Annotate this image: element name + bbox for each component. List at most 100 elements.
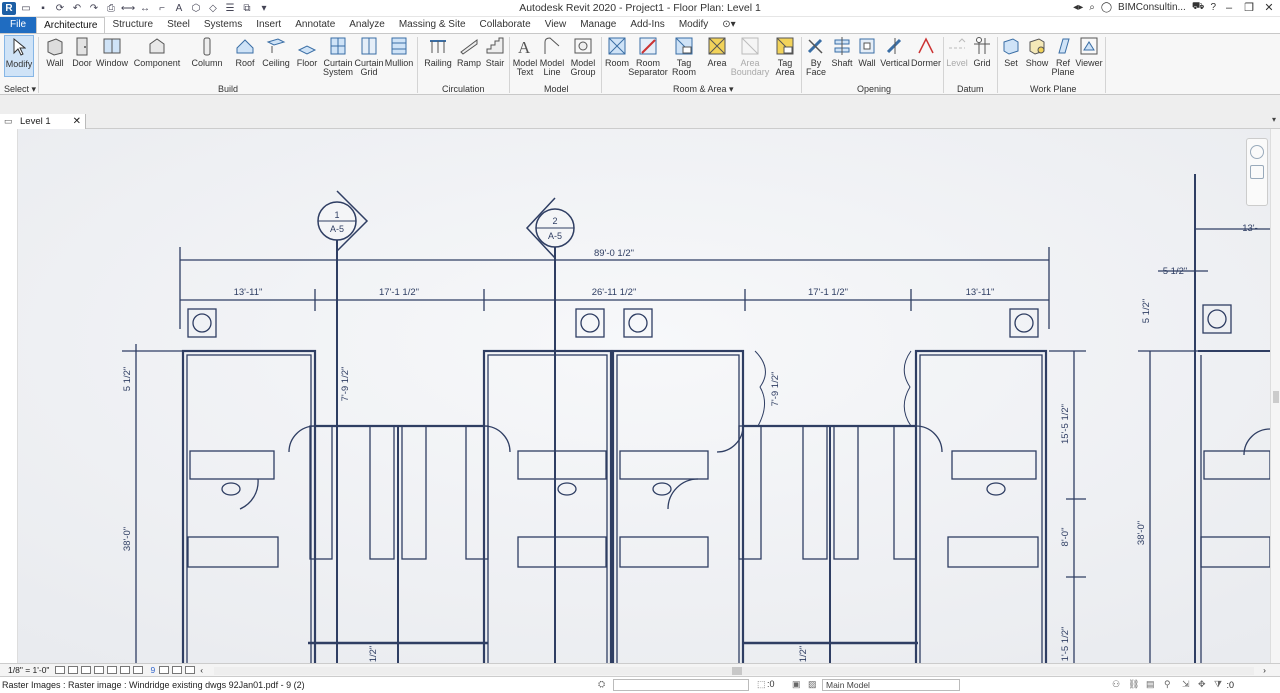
- close-hidden-icon[interactable]: ⧉: [240, 2, 254, 15]
- highlight-displacement-icon[interactable]: [185, 666, 196, 674]
- selection-filter-icon[interactable]: ⬚: [757, 679, 766, 690]
- vertical-scrollbar[interactable]: [1270, 129, 1280, 663]
- select-panel-label[interactable]: Select ▾: [4, 84, 36, 95]
- drawing-canvas[interactable]: 1 A-5 2 A-5 89'-0 1/2" 13'-11" 17'-1 1/2…: [18, 129, 1270, 663]
- dormer-button[interactable]: Dormer: [911, 35, 941, 68]
- undo-icon[interactable]: ↶: [70, 2, 84, 15]
- area-button[interactable]: Area: [704, 35, 730, 68]
- area-boundary-button[interactable]: Area Boundary: [731, 35, 769, 77]
- shaft-button[interactable]: Shaft: [829, 35, 855, 68]
- thin-lines-icon[interactable]: ☰: [223, 2, 237, 15]
- tab-view[interactable]: View: [538, 17, 574, 33]
- mullion-button[interactable]: Mullion: [384, 35, 414, 68]
- railing-button[interactable]: Railing: [423, 35, 453, 68]
- view-scale[interactable]: 1/8" = 1'-0": [8, 665, 49, 675]
- worksets-icon[interactable]: ⛭: [598, 679, 605, 690]
- sun-path-icon[interactable]: [81, 666, 92, 674]
- tag-room-button[interactable]: Tag Room: [670, 35, 698, 77]
- model-line-button[interactable]: Model Line: [539, 35, 565, 77]
- help-icon[interactable]: ?: [1210, 2, 1216, 13]
- text-icon[interactable]: A: [172, 2, 186, 15]
- revit-logo-icon[interactable]: R: [2, 2, 16, 15]
- tag-icon[interactable]: ⌐: [155, 2, 169, 15]
- design-options-icon[interactable]: ▣: [792, 679, 801, 690]
- 3d-view-icon[interactable]: ⬡: [189, 2, 203, 15]
- crop-view-icon[interactable]: [107, 666, 118, 674]
- model-text-button[interactable]: A Model Text: [512, 35, 538, 77]
- filter-icon[interactable]: ⧩: [1214, 679, 1222, 690]
- design-option-select[interactable]: Main Model: [822, 679, 960, 691]
- minimize-icon[interactable]: –: [1222, 2, 1236, 14]
- tab-modify[interactable]: Modify: [672, 17, 715, 33]
- restore-icon[interactable]: ❐: [1242, 1, 1256, 14]
- tab-annotate[interactable]: Annotate: [288, 17, 342, 33]
- curtain-grid-button[interactable]: Curtain Grid: [354, 35, 384, 77]
- ramp-button[interactable]: Ramp: [456, 35, 482, 68]
- binoculars-icon[interactable]: ⌕: [1089, 2, 1095, 13]
- room-button[interactable]: Room: [604, 35, 630, 68]
- horizontal-scroll-thumb[interactable]: [732, 667, 742, 675]
- show-button[interactable]: Show: [1024, 35, 1050, 68]
- scroll-left-icon[interactable]: ‹: [200, 665, 203, 675]
- view-tab-level-1[interactable]: ▭ Level 1 ✕: [0, 114, 86, 129]
- vertical-scroll-thumb[interactable]: [1273, 391, 1279, 403]
- tab-insert[interactable]: Insert: [249, 17, 288, 33]
- ceiling-button[interactable]: Ceiling: [260, 35, 292, 68]
- tab-structure[interactable]: Structure: [105, 17, 160, 33]
- wall-button[interactable]: Wall: [42, 35, 68, 68]
- tab-architecture[interactable]: Architecture: [36, 17, 106, 33]
- search-arrows-icon[interactable]: ◂▸: [1073, 2, 1083, 13]
- tab-add-ins[interactable]: Add-Ins: [623, 17, 671, 33]
- visual-style-icon[interactable]: [68, 666, 79, 674]
- select-links-icon[interactable]: ⛓: [1128, 679, 1139, 690]
- roof-button[interactable]: Roof: [232, 35, 258, 68]
- tab-analyze[interactable]: Analyze: [342, 17, 392, 33]
- tab-collaborate[interactable]: Collaborate: [473, 17, 538, 33]
- close-view-icon[interactable]: ✕: [73, 116, 81, 127]
- show-crop-icon[interactable]: [120, 666, 131, 674]
- tab-file[interactable]: File: [0, 17, 37, 33]
- by-face-button[interactable]: By Face: [804, 35, 828, 77]
- room-area-panel-label[interactable]: Room & Area ▾: [673, 84, 734, 95]
- tab-steel[interactable]: Steel: [160, 17, 197, 33]
- shadows-icon[interactable]: [94, 666, 105, 674]
- tab-systems[interactable]: Systems: [197, 17, 249, 33]
- modify-button[interactable]: Modify: [4, 35, 34, 77]
- active-workset-select[interactable]: [613, 679, 749, 691]
- zoom-icon[interactable]: [1250, 165, 1264, 179]
- reveal-hidden-icon[interactable]: [159, 666, 170, 674]
- scroll-right-icon[interactable]: ›: [1263, 665, 1266, 675]
- floor-button[interactable]: Floor: [294, 35, 320, 68]
- viewer-button[interactable]: Viewer: [1075, 35, 1103, 68]
- cart-icon[interactable]: ⛟: [1192, 1, 1205, 14]
- ribbon-toggle-icon[interactable]: ⊙▾: [715, 17, 742, 33]
- select-by-face-icon[interactable]: ⇲: [1182, 679, 1190, 690]
- tab-manage[interactable]: Manage: [573, 17, 623, 33]
- detail-level-icon[interactable]: [55, 666, 66, 674]
- steering-wheel-icon[interactable]: [1250, 145, 1264, 159]
- set-button[interactable]: Set: [1000, 35, 1022, 68]
- user-icon[interactable]: ◯: [1101, 2, 1112, 13]
- horizontal-scrollbar[interactable]: [214, 667, 1254, 675]
- measure-icon[interactable]: ⟷: [121, 2, 135, 15]
- model-group-button[interactable]: Model Group: [568, 35, 598, 77]
- level-button[interactable]: Level: [946, 35, 968, 68]
- redo-icon[interactable]: ↷: [87, 2, 101, 15]
- close-icon[interactable]: ✕: [1262, 1, 1276, 14]
- door-button[interactable]: Door: [70, 35, 94, 68]
- dimension-icon[interactable]: ↔: [138, 2, 152, 15]
- tab-massing-site[interactable]: Massing & Site: [392, 17, 473, 33]
- open-icon[interactable]: ▭: [19, 2, 33, 15]
- column-button[interactable]: Column: [190, 35, 224, 68]
- print-icon[interactable]: ⎙: [104, 2, 118, 15]
- section-icon[interactable]: ◇: [206, 2, 220, 15]
- analytical-model-icon[interactable]: [172, 666, 183, 674]
- wall-opening-button[interactable]: Wall: [856, 35, 878, 68]
- switch-windows-icon[interactable]: ▾: [257, 2, 271, 15]
- grid-button[interactable]: Grid: [970, 35, 994, 68]
- exclude-options-icon[interactable]: ▨: [808, 679, 817, 690]
- curtain-system-button[interactable]: Curtain System: [323, 35, 353, 77]
- room-separator-button[interactable]: Room Separator: [628, 35, 668, 77]
- select-pinned-icon[interactable]: ⚲: [1164, 679, 1171, 690]
- user-name[interactable]: BIMConsultin...: [1118, 2, 1186, 13]
